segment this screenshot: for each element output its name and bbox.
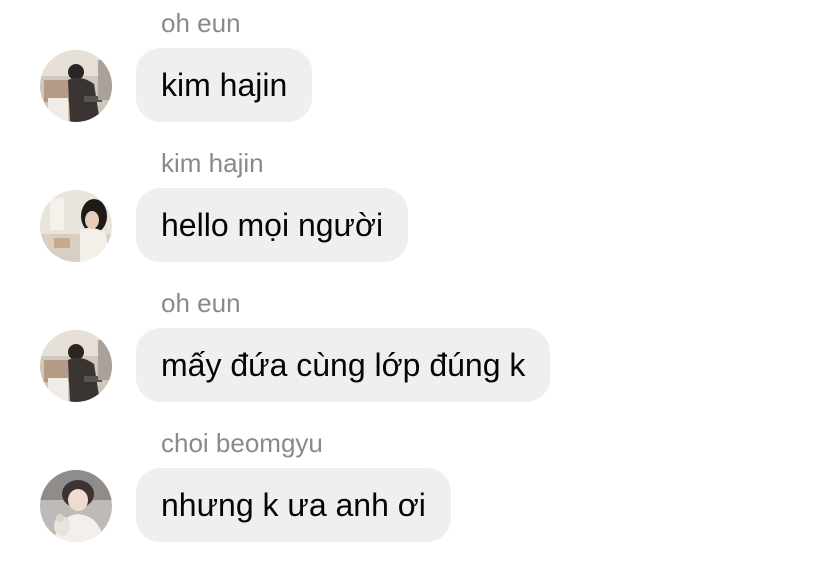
sender-name: kim hajin	[161, 148, 264, 178]
sender-name: oh eun	[161, 8, 241, 38]
message-bubble[interactable]: mấy đứa cùng lớp đúng k	[136, 328, 551, 402]
message-group: kim hajin hello mọi người	[0, 140, 828, 280]
avatar-photo-icon	[40, 330, 112, 402]
sender-name: choi beomgyu	[161, 428, 323, 458]
avatar-oh-eun[interactable]	[40, 330, 112, 402]
avatar-choi-beomgyu[interactable]	[40, 470, 112, 542]
message-bubble[interactable]: hello mọi người	[136, 188, 409, 262]
message-group: choi beomgyu nhưng k ưa anh ơi	[0, 420, 828, 560]
sender-name: oh eun	[161, 288, 241, 318]
message-bubble[interactable]: kim hajin	[136, 48, 313, 122]
avatar-photo-icon	[40, 50, 112, 122]
avatar-photo-icon	[40, 190, 112, 262]
avatar-oh-eun[interactable]	[40, 50, 112, 122]
message-group: oh eun kim hajin	[0, 0, 828, 140]
chat-message-list: oh eun kim hajin kim hajin hello mọi ngư…	[0, 0, 828, 564]
message-bubble[interactable]: nhưng k ưa anh ơi	[136, 468, 451, 542]
message-group: oh eun mấy đứa cùng lớp đúng k	[0, 280, 828, 420]
avatar-photo-icon	[40, 470, 112, 542]
avatar-kim-hajin[interactable]	[40, 190, 112, 262]
